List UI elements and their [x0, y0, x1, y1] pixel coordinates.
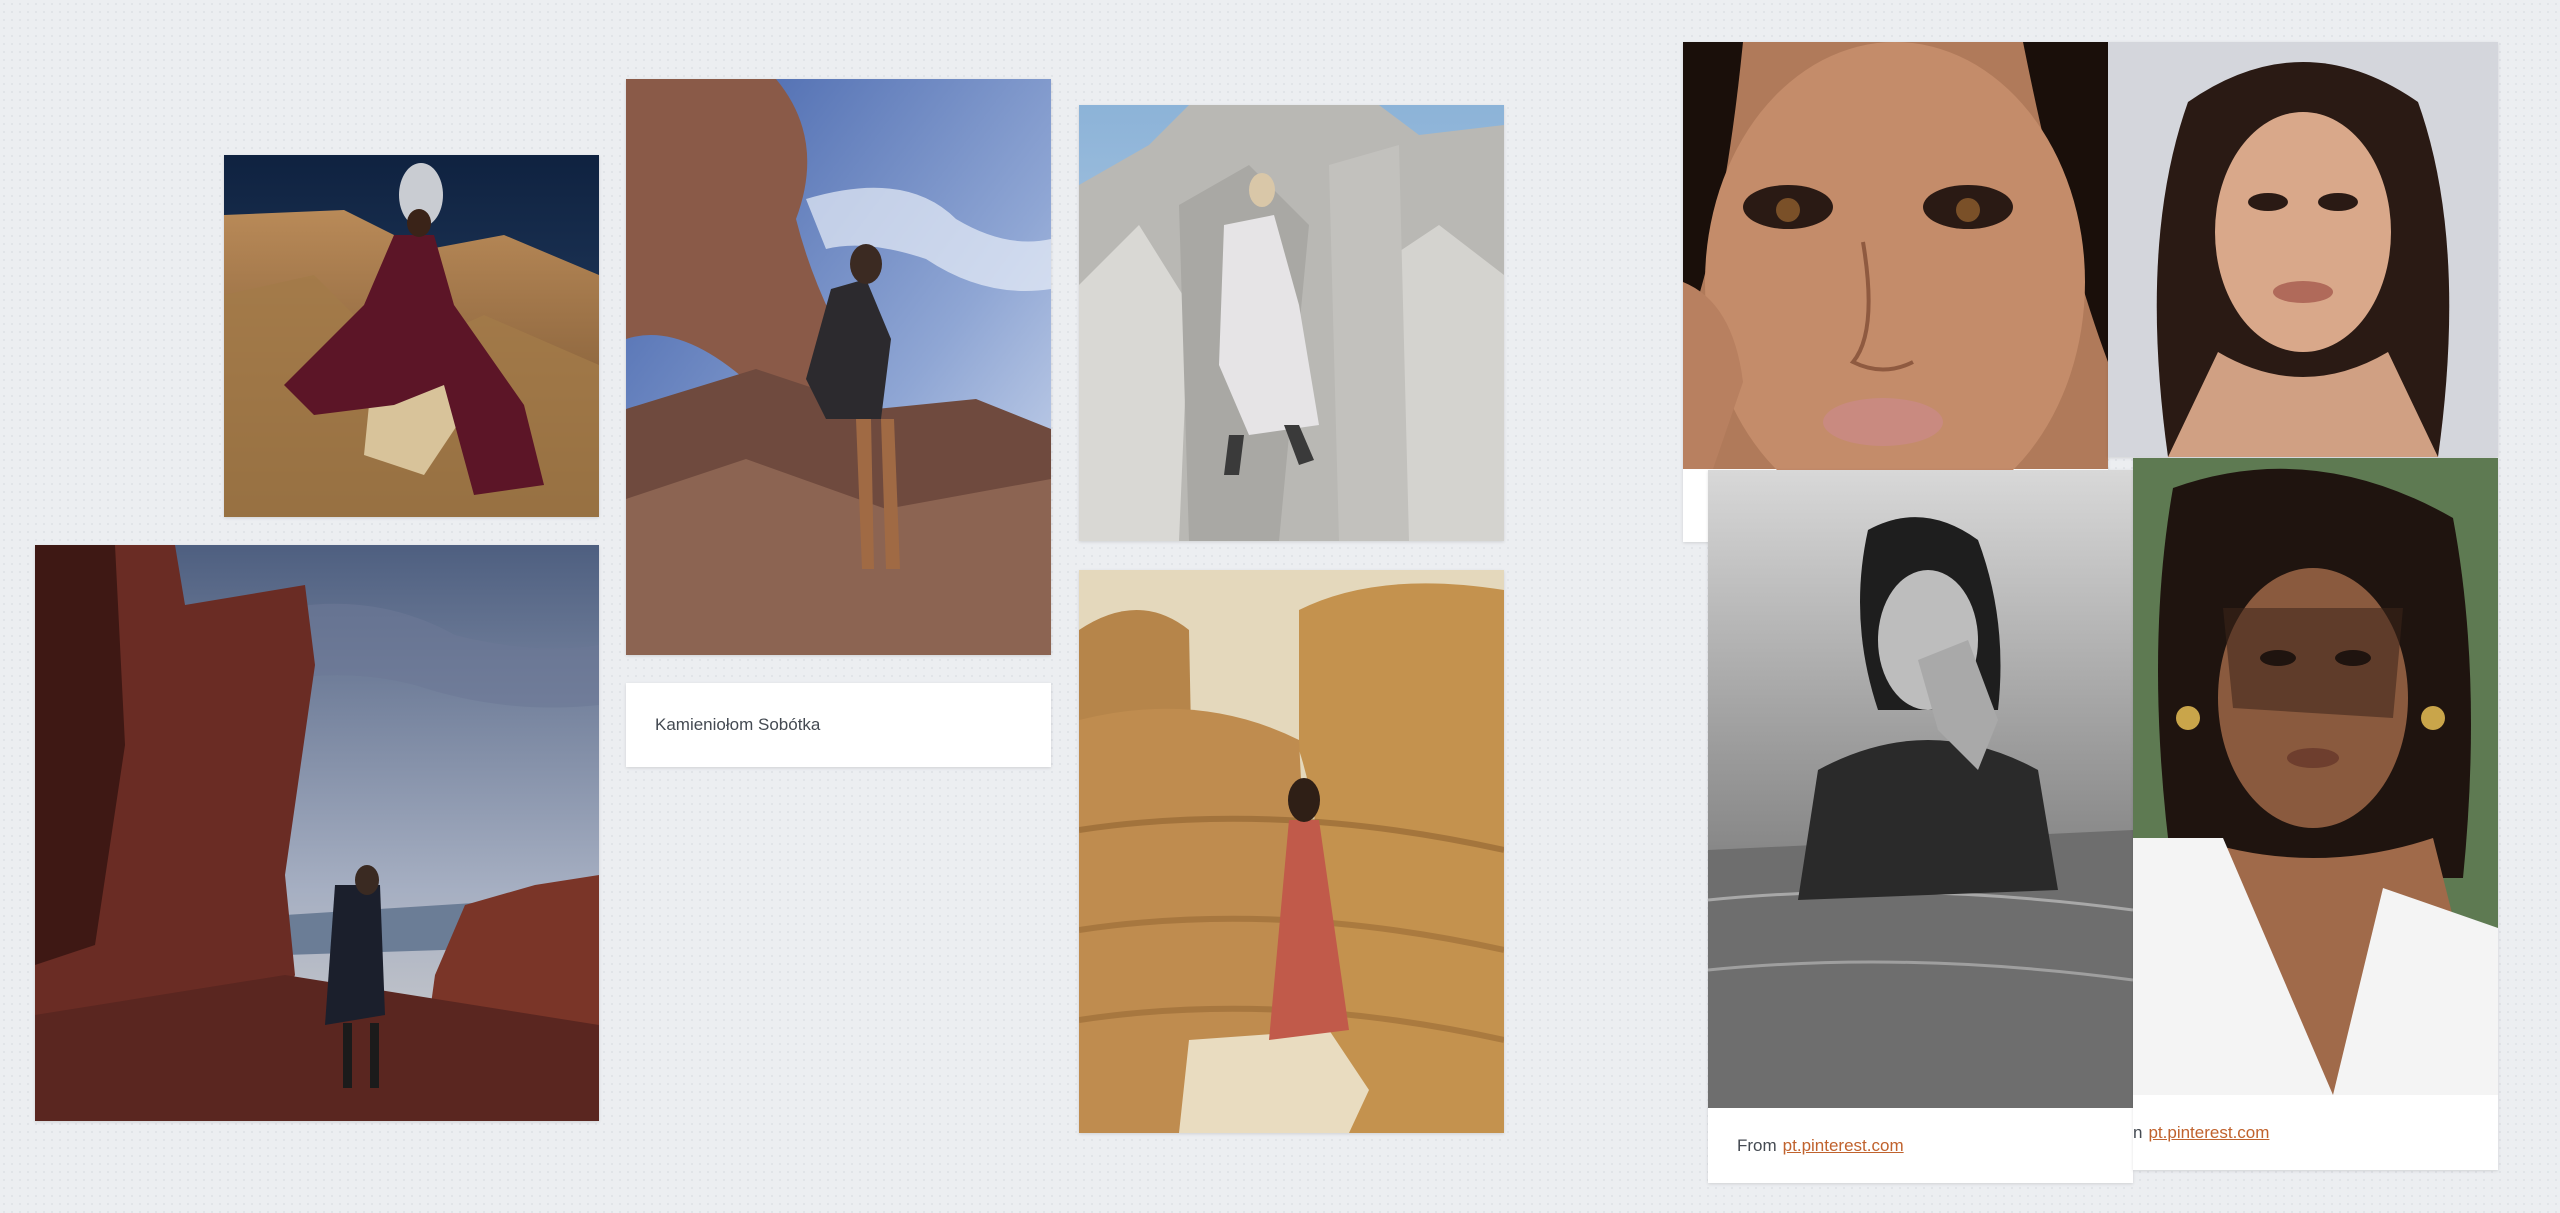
source-caption-2: n pt.pinterest.com: [2133, 1095, 2498, 1170]
moodboard-photo-arch-rock[interactable]: [626, 79, 1051, 655]
moodboard-photo-dark-hair-portrait[interactable]: [2108, 42, 2498, 457]
moodboard-card-sunlit-portrait[interactable]: n pt.pinterest.com: [2133, 458, 2498, 1170]
caption-label: Kamieniołom Sobótka: [655, 715, 821, 734]
moodboard-photo-white-rocks[interactable]: [1079, 105, 1504, 541]
moodboard-photo-water-bw[interactable]: [1708, 470, 2133, 1108]
moodboard-card-water-portrait[interactable]: From pt.pinterest.com: [1708, 470, 2133, 1183]
source-link[interactable]: pt.pinterest.com: [1783, 1136, 1904, 1156]
moodboard-photo-sunlit-portrait[interactable]: [2133, 458, 2498, 1095]
moodboard-photo-red-canyon[interactable]: [35, 545, 599, 1121]
moodboard-photo-headwrap-desert[interactable]: [224, 155, 599, 517]
source-caption: From pt.pinterest.com: [1708, 1108, 2133, 1183]
caption-text: Kamieniołom Sobótka: [626, 683, 1051, 767]
moodboard-photo-freckles-closeup[interactable]: [1683, 42, 2108, 542]
source-prefix: From: [1737, 1135, 1777, 1155]
source-prefix-partial: n: [2133, 1122, 2143, 1142]
moodboard-photo-sandstone-canyon[interactable]: [1079, 570, 1504, 1133]
caption-card-quarry[interactable]: Kamieniołom Sobótka: [626, 683, 1051, 767]
source-link-2[interactable]: pt.pinterest.com: [2148, 1123, 2269, 1143]
